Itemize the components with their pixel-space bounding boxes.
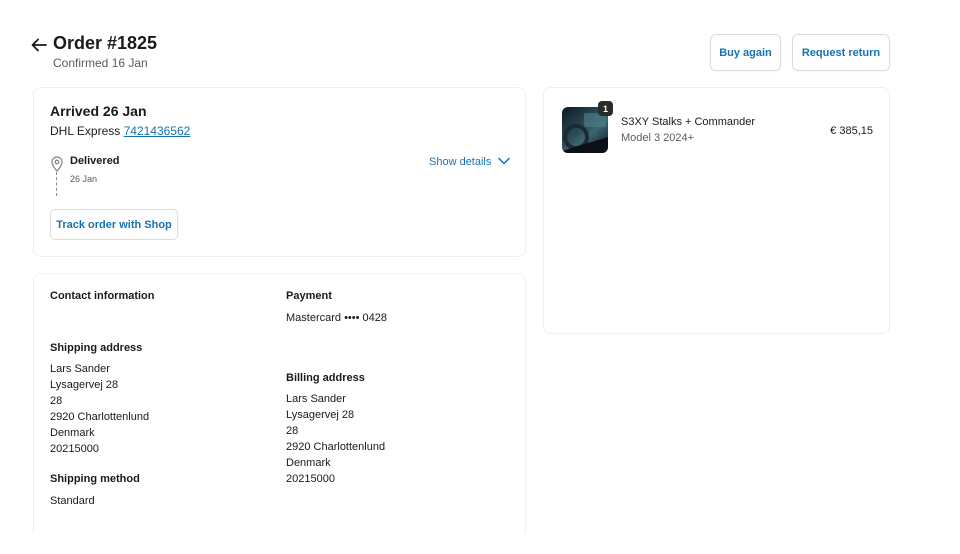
shipping-method-heading: Shipping method <box>50 473 140 485</box>
address-line: Lysagervej 28 <box>286 409 355 421</box>
show-details-toggle[interactable]: Show details <box>429 156 511 168</box>
contact-information-heading: Contact information <box>50 290 155 302</box>
request-return-button[interactable]: Request return <box>792 34 890 71</box>
address-line: Lars Sander <box>50 363 110 375</box>
track-order-button[interactable]: Track order with Shop <box>50 209 178 240</box>
carrier-line: DHL Express 7421436562 <box>50 124 190 138</box>
back-arrow-icon[interactable] <box>30 36 48 54</box>
timeline-connector <box>56 172 57 196</box>
product-price: € 385,15 <box>830 125 873 137</box>
address-line: 28 <box>286 425 299 437</box>
tracking-number-link[interactable]: 7421436562 <box>124 124 191 138</box>
payment-heading: Payment <box>286 290 332 302</box>
order-details-card: Contact information Payment Mastercard •… <box>33 273 526 533</box>
carrier-name: DHL Express <box>50 124 121 138</box>
address-line: 2920 Charlottenlund <box>50 411 150 423</box>
billing-address: Lars Sander Lysagervej 28 28 2920 Charlo… <box>286 391 385 487</box>
shipping-address-heading: Shipping address <box>50 342 143 354</box>
shipping-method: Standard <box>50 495 95 507</box>
show-details-label: Show details <box>429 156 492 168</box>
address-line: Denmark <box>50 427 95 439</box>
quantity-badge: 1 <box>598 101 613 116</box>
address-line: 20215000 <box>286 473 335 485</box>
shipping-address: Lars Sander Lysagervej 28 28 2920 Charlo… <box>50 361 149 457</box>
chevron-down-icon <box>491 156 511 168</box>
address-line: Lars Sander <box>286 393 346 405</box>
address-line: 20215000 <box>50 443 99 455</box>
fulfillment-status-card: Arrived 26 Jan DHL Express 7421436562 De… <box>33 87 526 257</box>
page-title: Order #1825 <box>53 33 158 53</box>
address-line: 2920 Charlottenlund <box>286 441 386 453</box>
product-variant: Model 3 2024+ <box>621 132 695 144</box>
timeline-event-date: 26 Jan <box>70 174 98 184</box>
order-items-card: 1 S3XY Stalks + Commander Model 3 2024+ … <box>543 87 890 334</box>
order-confirmed-date: Confirmed 16 Jan <box>53 56 148 70</box>
address-line: Lysagervej 28 <box>50 379 119 391</box>
map-pin-icon <box>50 156 64 172</box>
address-line: 28 <box>50 395 63 407</box>
product-name: S3XY Stalks + Commander <box>621 116 755 128</box>
payment-method: Mastercard •••• 0428 <box>286 312 388 324</box>
billing-address-heading: Billing address <box>286 372 365 384</box>
buy-again-button[interactable]: Buy again <box>710 34 781 71</box>
address-line: Denmark <box>286 457 331 469</box>
timeline-event-title: Delivered <box>70 155 120 167</box>
arrival-status: Arrived 26 Jan <box>50 103 147 119</box>
